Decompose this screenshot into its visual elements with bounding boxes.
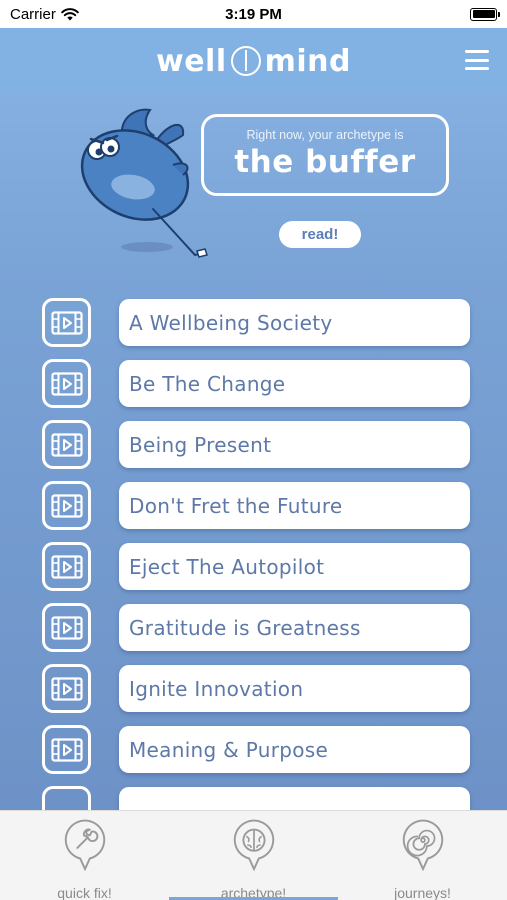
menu-button[interactable] bbox=[465, 50, 489, 70]
tab-quick-fix[interactable]: quick fix! bbox=[0, 811, 169, 900]
video-icon[interactable] bbox=[42, 420, 91, 469]
archetype-card: Right now, your archetype is the buffer bbox=[201, 114, 449, 196]
video-icon[interactable] bbox=[42, 786, 91, 810]
app-screen: Carrier 3:19 PM well mind Right now, you… bbox=[0, 0, 507, 900]
archetype-name: the buffer bbox=[234, 144, 416, 180]
video-item-button[interactable]: Meaning & Purpose bbox=[119, 726, 470, 773]
film-play-glyph bbox=[50, 554, 83, 579]
video-icon[interactable] bbox=[42, 481, 91, 530]
tab-label: quick fix! bbox=[57, 885, 112, 900]
video-icon[interactable] bbox=[42, 359, 91, 408]
tab-label: journeys! bbox=[394, 885, 451, 900]
list-item: Ignite Innovation bbox=[0, 664, 507, 714]
menu-bar-top bbox=[465, 50, 489, 53]
tab-archetype[interactable]: archetype! bbox=[169, 811, 338, 900]
film-play-glyph bbox=[50, 676, 83, 701]
app-header: well mind bbox=[0, 28, 507, 94]
menu-bar-bottom bbox=[465, 67, 489, 70]
video-item-button[interactable]: Be The Change bbox=[119, 360, 470, 407]
video-item-button[interactable] bbox=[119, 787, 470, 810]
tab-bar: quick fix! archetype! journeys! bbox=[0, 810, 507, 900]
film-play-glyph bbox=[50, 615, 83, 640]
list-item: Don't Fret the Future bbox=[0, 481, 507, 531]
read-button[interactable]: read! bbox=[279, 221, 361, 248]
wrench-icon bbox=[64, 819, 105, 871]
menu-bar-middle bbox=[465, 58, 489, 62]
video-item-button[interactable]: A Wellbeing Society bbox=[119, 299, 470, 346]
video-icon[interactable] bbox=[42, 542, 91, 591]
list-item: Meaning & Purpose bbox=[0, 725, 507, 775]
logo-text-left: well bbox=[155, 43, 227, 79]
film-play-glyph bbox=[50, 371, 83, 396]
brain-icon bbox=[233, 819, 274, 871]
mascot-illustration bbox=[80, 108, 208, 258]
spiral-icon bbox=[402, 819, 443, 871]
wifi-icon bbox=[61, 7, 79, 20]
battery-level bbox=[472, 10, 495, 18]
video-item-button[interactable]: Eject The Autopilot bbox=[119, 543, 470, 590]
film-play-glyph bbox=[50, 432, 83, 457]
list-item bbox=[0, 786, 507, 810]
video-item-button[interactable]: Don't Fret the Future bbox=[119, 482, 470, 529]
video-icon[interactable] bbox=[42, 603, 91, 652]
battery-icon bbox=[470, 7, 500, 21]
carrier-label: Carrier bbox=[10, 5, 56, 23]
list-item: Gratitude is Greatness bbox=[0, 603, 507, 653]
film-play-glyph bbox=[50, 493, 83, 518]
logo-brain-icon bbox=[230, 46, 261, 76]
list-item: Being Present bbox=[0, 420, 507, 470]
status-bar: Carrier 3:19 PM bbox=[0, 0, 507, 28]
app-logo: well mind bbox=[156, 44, 351, 79]
status-left: Carrier bbox=[10, 6, 79, 23]
video-item-button[interactable]: Being Present bbox=[119, 421, 470, 468]
video-item-button[interactable]: Gratitude is Greatness bbox=[119, 604, 470, 651]
video-list[interactable]: A Wellbeing Society Be The Change Being … bbox=[0, 298, 507, 810]
video-icon[interactable] bbox=[42, 725, 91, 774]
archetype-caption: Right now, your archetype is bbox=[246, 128, 404, 142]
list-item: A Wellbeing Society bbox=[0, 298, 507, 348]
tab-journeys[interactable]: journeys! bbox=[338, 811, 507, 900]
logo-text-right: mind bbox=[264, 43, 351, 79]
video-item-button[interactable]: Ignite Innovation bbox=[119, 665, 470, 712]
film-play-glyph bbox=[50, 737, 83, 762]
film-play-glyph bbox=[50, 310, 83, 335]
video-icon[interactable] bbox=[42, 664, 91, 713]
list-item: Be The Change bbox=[0, 359, 507, 409]
list-item: Eject The Autopilot bbox=[0, 542, 507, 592]
video-icon[interactable] bbox=[42, 298, 91, 347]
